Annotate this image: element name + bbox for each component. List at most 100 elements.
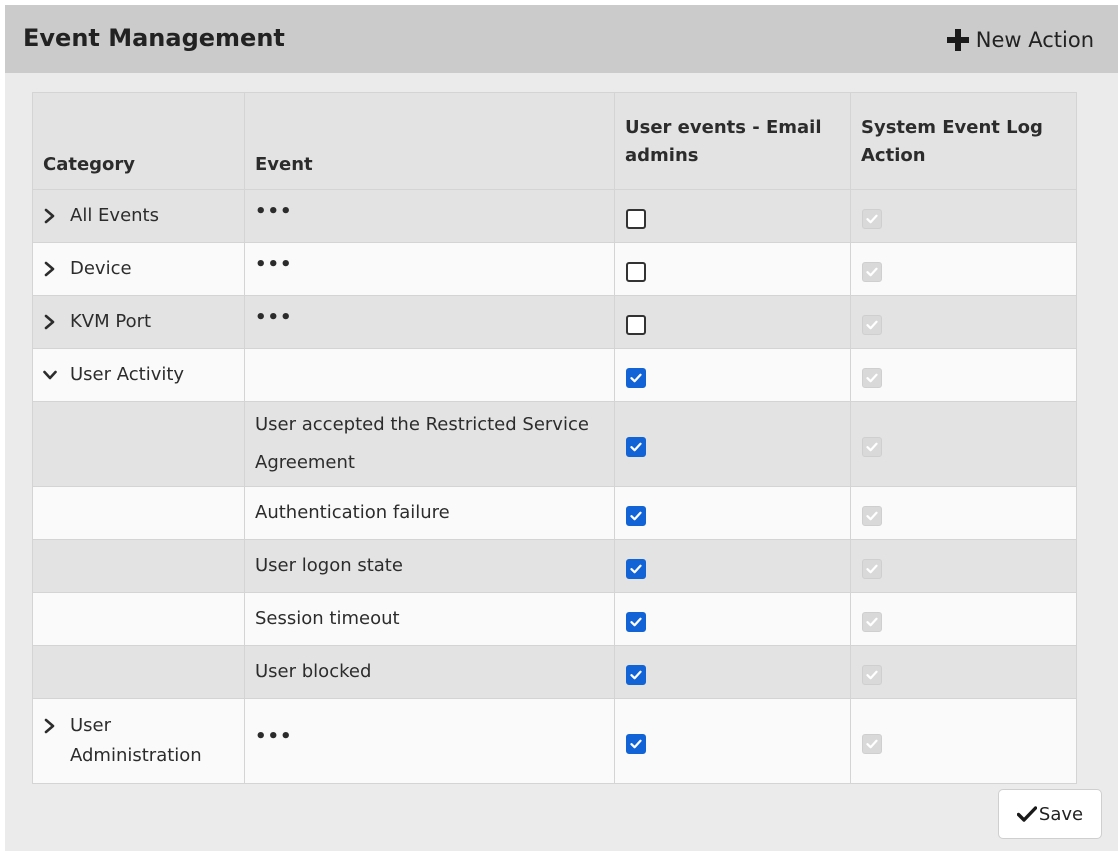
event-management-panel: Event Management New Action Category Eve… xyxy=(5,5,1118,851)
category-label: User Activity xyxy=(70,364,185,385)
email-admins-checkbox[interactable] xyxy=(626,665,646,685)
category-cell xyxy=(32,592,245,646)
table-row: KVM Port ••• xyxy=(32,295,1077,349)
email-admins-cell xyxy=(614,645,851,699)
new-action-button[interactable]: New Action xyxy=(946,25,1094,55)
system-event-log-cell xyxy=(850,592,1077,646)
category-cell xyxy=(32,401,245,487)
table-body: All Events ••• Device ••• KVM Port ••• User Ac… xyxy=(32,189,1077,784)
category-cell xyxy=(32,539,245,593)
system-event-log-cell xyxy=(850,401,1077,487)
system-event-log-checkbox xyxy=(862,559,882,579)
event-cell: ••• xyxy=(244,698,615,784)
email-admins-checkbox[interactable] xyxy=(626,559,646,579)
page-title: Event Management xyxy=(23,24,285,52)
email-admins-checkbox[interactable] xyxy=(626,368,646,388)
checkmark-icon xyxy=(1016,806,1037,822)
column-header-category: Category xyxy=(32,92,245,190)
event-cell: User logon state xyxy=(244,539,615,593)
event-cell: ••• xyxy=(244,242,615,296)
event-cell: ••• xyxy=(244,295,615,349)
category-cell: All Events xyxy=(32,189,245,243)
event-cell xyxy=(244,348,615,402)
chevron-down-icon xyxy=(43,367,57,383)
system-event-log-cell xyxy=(850,189,1077,243)
system-event-log-checkbox xyxy=(862,368,882,388)
event-label: User blocked xyxy=(255,661,372,682)
event-label: User accepted the Restricted Service Agr… xyxy=(255,414,589,473)
email-admins-checkbox[interactable] xyxy=(626,734,646,754)
email-admins-cell xyxy=(614,295,851,349)
event-table: Category Event User events - Email admin… xyxy=(32,92,1077,784)
category-label: All Events xyxy=(70,205,159,226)
system-event-log-cell xyxy=(850,698,1077,784)
table-row: User Administration ••• xyxy=(32,698,1077,784)
event-label: User logon state xyxy=(255,555,403,576)
system-event-log-checkbox xyxy=(862,315,882,335)
system-event-log-cell xyxy=(850,539,1077,593)
email-admins-cell xyxy=(614,592,851,646)
category-cell xyxy=(32,486,245,540)
event-table-container: Category Event User events - Email admin… xyxy=(32,92,1077,784)
email-admins-cell xyxy=(614,486,851,540)
category-label: KVM Port xyxy=(70,311,152,332)
category-toggle[interactable]: User Activity xyxy=(43,358,234,392)
chevron-right-icon xyxy=(43,314,57,330)
event-cell: ••• xyxy=(244,189,615,243)
table-row: User Activity xyxy=(32,348,1077,402)
chevron-right-icon xyxy=(43,208,57,224)
category-toggle[interactable]: Device xyxy=(43,252,234,286)
system-event-log-checkbox xyxy=(862,437,882,457)
event-cell: Authentication failure xyxy=(244,486,615,540)
email-admins-cell xyxy=(614,698,851,784)
system-event-log-cell xyxy=(850,486,1077,540)
category-toggle[interactable]: All Events xyxy=(43,199,234,233)
category-cell xyxy=(32,645,245,699)
category-cell: User Administration xyxy=(32,698,245,784)
chevron-right-icon xyxy=(43,261,57,277)
email-admins-checkbox[interactable] xyxy=(626,506,646,526)
event-ellipsis: ••• xyxy=(255,201,293,222)
column-header-event: Event xyxy=(244,92,615,190)
email-admins-checkbox[interactable] xyxy=(626,437,646,457)
email-admins-checkbox[interactable] xyxy=(626,262,646,282)
event-cell: User blocked xyxy=(244,645,615,699)
table-row: Session timeout xyxy=(32,592,1077,646)
category-cell: User Activity xyxy=(32,348,245,402)
table-row: Device ••• xyxy=(32,242,1077,296)
table-row: All Events ••• xyxy=(32,189,1077,243)
system-event-log-checkbox xyxy=(862,262,882,282)
email-admins-checkbox[interactable] xyxy=(626,209,646,229)
email-admins-cell xyxy=(614,242,851,296)
table-row: User accepted the Restricted Service Agr… xyxy=(32,401,1077,487)
save-label: Save xyxy=(1038,803,1084,825)
table-row: Authentication failure xyxy=(32,486,1077,540)
table-header-row: Category Event User events - Email admin… xyxy=(32,92,1077,190)
new-action-label: New Action xyxy=(975,28,1094,52)
category-cell: KVM Port xyxy=(32,295,245,349)
email-admins-cell xyxy=(614,348,851,402)
column-header-email-admins: User events - Email admins xyxy=(614,92,851,190)
email-admins-cell xyxy=(614,189,851,243)
email-admins-cell xyxy=(614,539,851,593)
category-toggle[interactable]: KVM Port xyxy=(43,305,234,339)
email-admins-checkbox[interactable] xyxy=(626,315,646,335)
system-event-log-cell xyxy=(850,242,1077,296)
column-header-system-event-log: System Event Log Action xyxy=(850,92,1077,190)
email-admins-checkbox[interactable] xyxy=(626,612,646,632)
event-cell: User accepted the Restricted Service Agr… xyxy=(244,401,615,487)
category-label: Device xyxy=(70,258,132,279)
plus-icon xyxy=(946,29,969,51)
category-toggle[interactable]: User Administration xyxy=(43,711,234,771)
system-event-log-checkbox xyxy=(862,506,882,526)
save-button[interactable]: Save xyxy=(998,789,1102,839)
panel-header: Event Management New Action xyxy=(5,5,1118,73)
system-event-log-cell xyxy=(850,295,1077,349)
system-event-log-checkbox xyxy=(862,209,882,229)
system-event-log-checkbox xyxy=(862,734,882,754)
system-event-log-checkbox xyxy=(862,665,882,685)
system-event-log-cell xyxy=(850,348,1077,402)
category-cell: Device xyxy=(32,242,245,296)
table-row: User blocked xyxy=(32,645,1077,699)
event-ellipsis: ••• xyxy=(255,726,293,747)
